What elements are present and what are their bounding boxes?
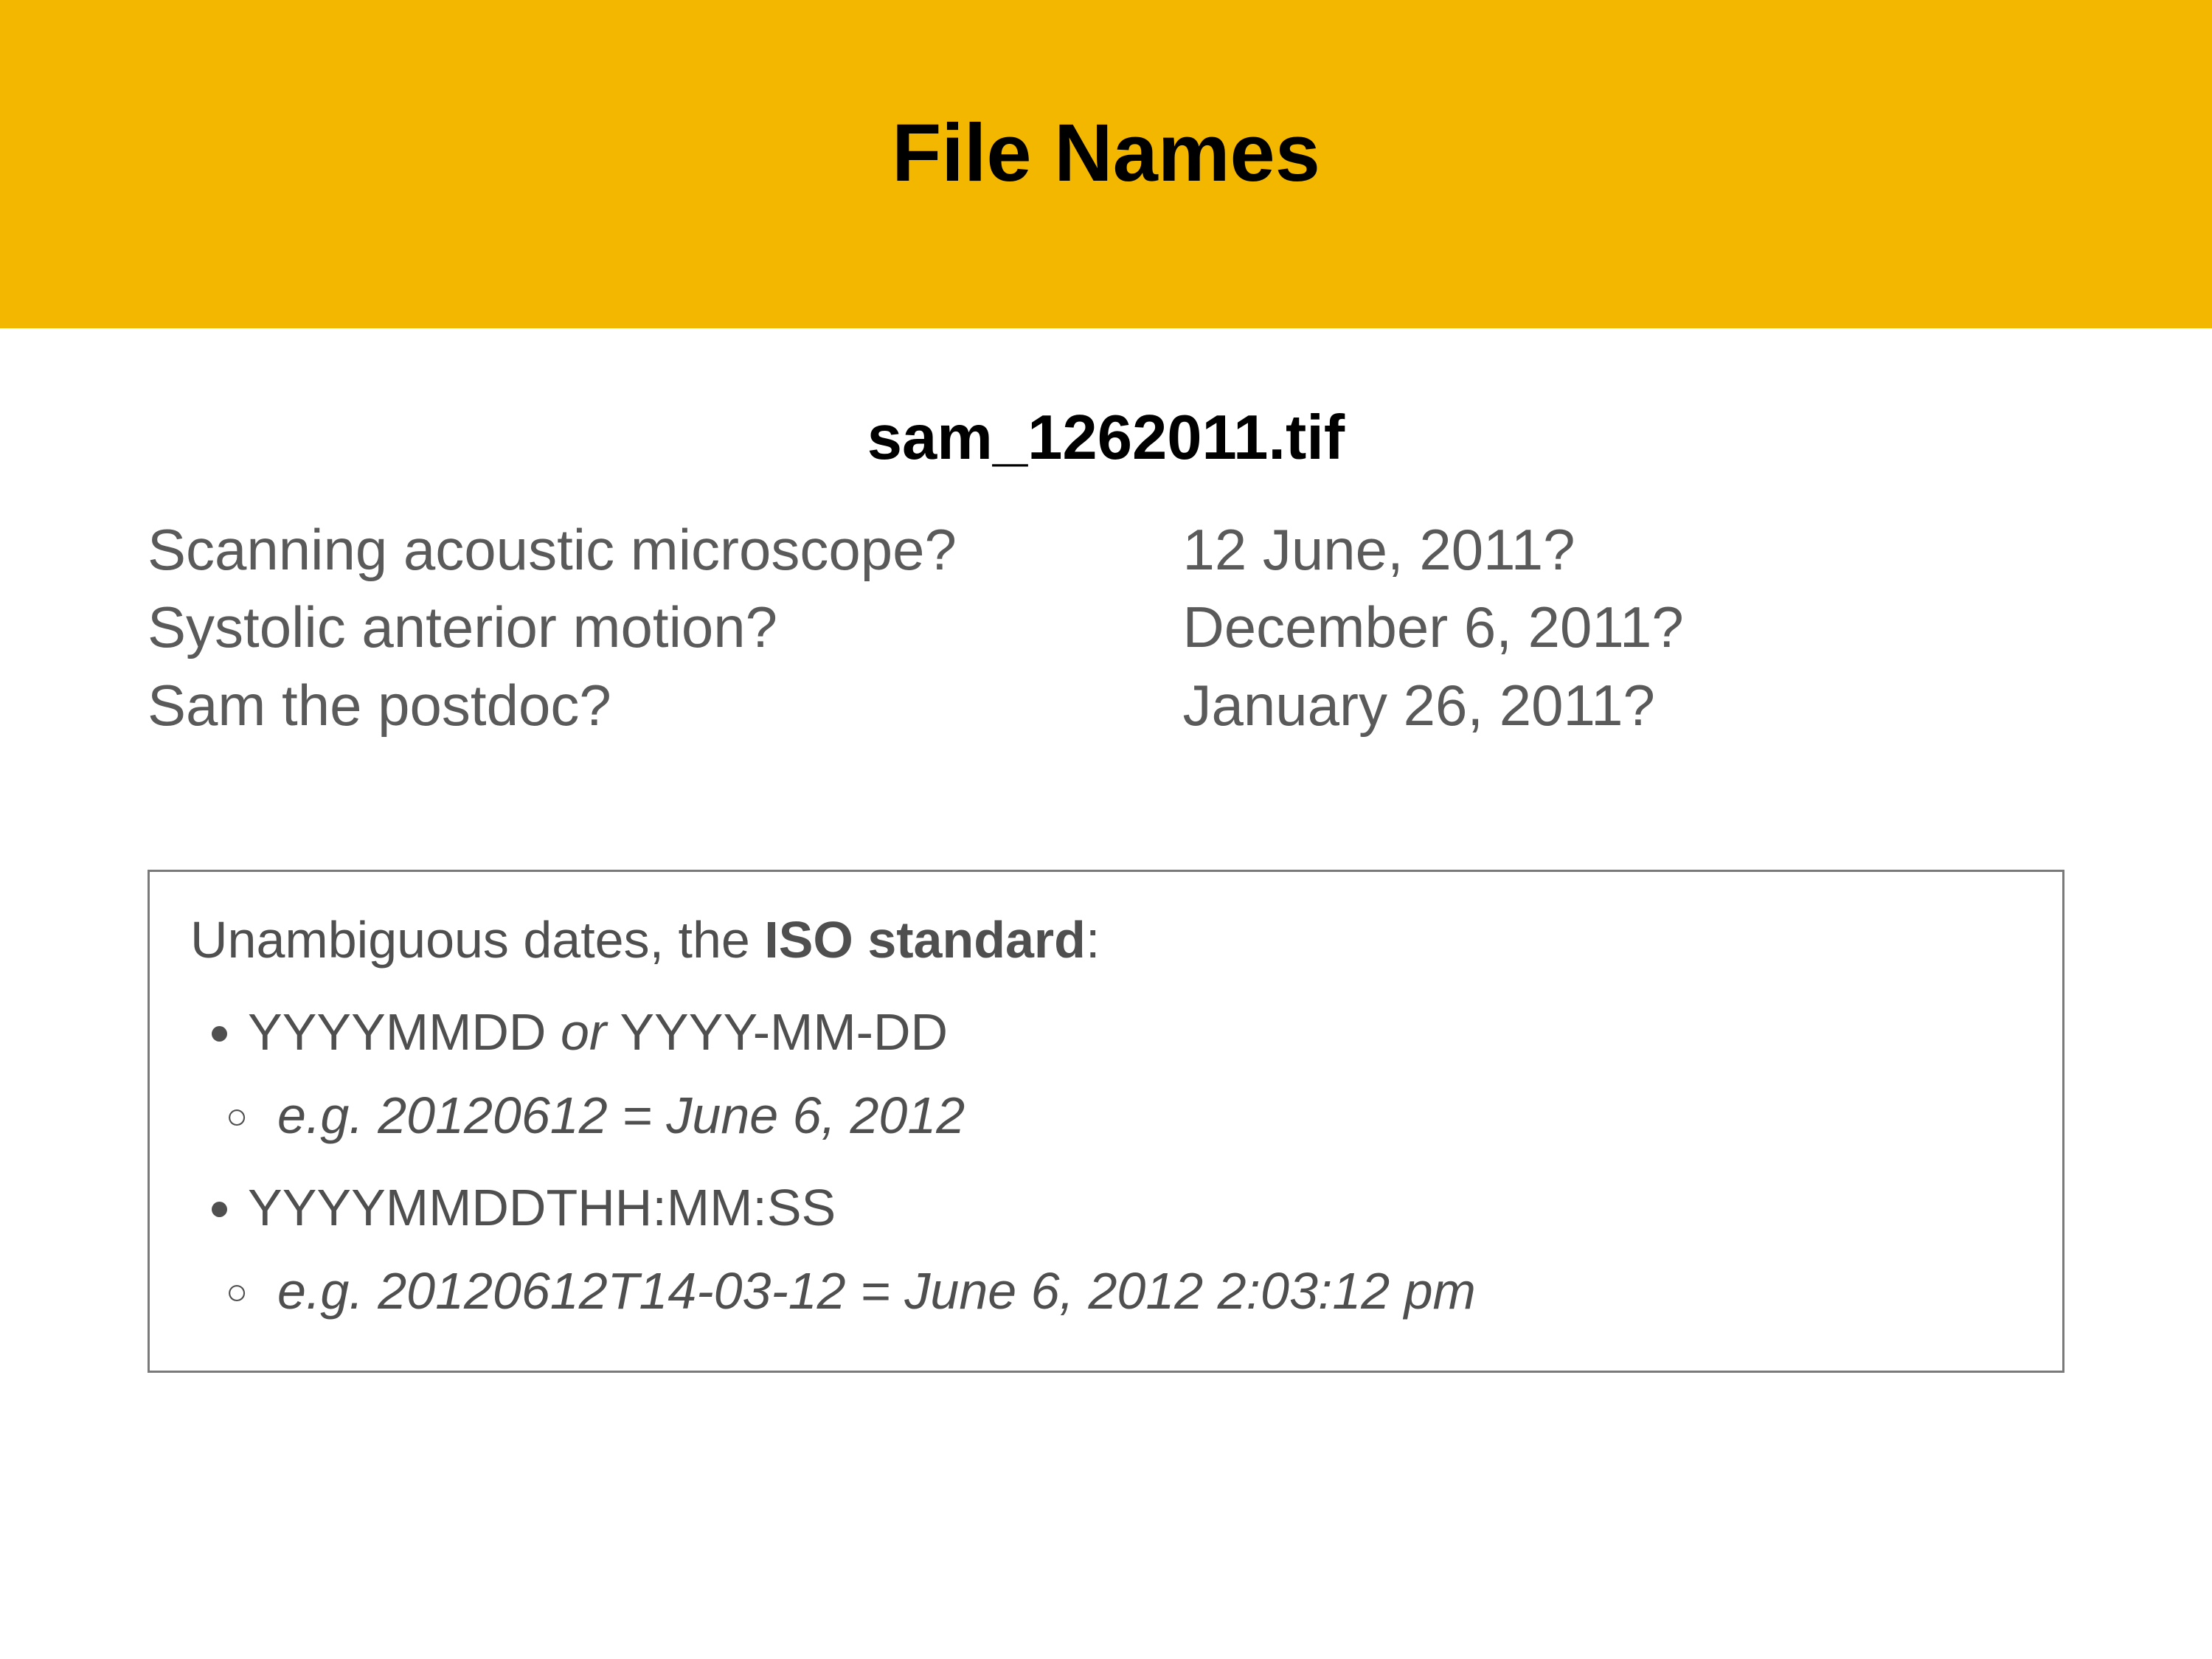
iso-example-text: e.g. 20120612T14-03-12 = June 6, 2012 2:… xyxy=(277,1262,1476,1320)
iso-format-post: YYYY-MM-DD xyxy=(606,1003,948,1061)
right-item: January 26, 2011? xyxy=(1182,667,2064,744)
iso-example: e.g. 20120612T14-03-12 = June 6, 2012 2:… xyxy=(277,1253,2022,1330)
left-item: Sam the postdoc? xyxy=(148,667,1182,744)
iso-heading-bold: ISO standard xyxy=(764,911,1086,969)
iso-standard-box: Unambiguous dates, the ISO standard: YYY… xyxy=(148,870,2064,1373)
ambiguity-columns: Scanning acoustic microscope? Systolic a… xyxy=(148,511,2064,744)
iso-heading: Unambiguous dates, the ISO standard: xyxy=(190,901,2022,979)
iso-example-text: e.g. 20120612 = June 6, 2012 xyxy=(277,1087,965,1144)
iso-list-item: YYYYMMDD or YYYY-MM-DD e.g. 20120612 = J… xyxy=(248,994,2022,1154)
iso-format-or: or xyxy=(561,1003,606,1061)
left-item: Scanning acoustic microscope? xyxy=(148,511,1182,589)
example-filename: sam_1262011.tif xyxy=(148,402,2064,474)
left-column: Scanning acoustic microscope? Systolic a… xyxy=(148,511,1182,744)
iso-heading-post: : xyxy=(1086,911,1100,969)
right-item: 12 June, 2011? xyxy=(1182,511,2064,589)
iso-heading-pre: Unambiguous dates, the xyxy=(190,911,764,969)
iso-example: e.g. 20120612 = June 6, 2012 xyxy=(277,1077,2022,1154)
left-item: Systolic anterior motion? xyxy=(148,589,1182,666)
iso-list: YYYYMMDD or YYYY-MM-DD e.g. 20120612 = J… xyxy=(190,994,2022,1330)
slide-header: File Names xyxy=(0,0,2212,328)
slide-title: File Names xyxy=(892,106,1320,200)
right-column: 12 June, 2011? December 6, 2011? January… xyxy=(1182,511,2064,744)
right-item: December 6, 2011? xyxy=(1182,589,2064,666)
slide-content: sam_1262011.tif Scanning acoustic micros… xyxy=(0,328,2212,1373)
iso-format-pre: YYYYMMDD xyxy=(248,1003,561,1061)
iso-format-pre: YYYYMMDDTHH:MM:SS xyxy=(248,1179,836,1236)
iso-list-item: YYYYMMDDTHH:MM:SS e.g. 20120612T14-03-12… xyxy=(248,1169,2022,1330)
